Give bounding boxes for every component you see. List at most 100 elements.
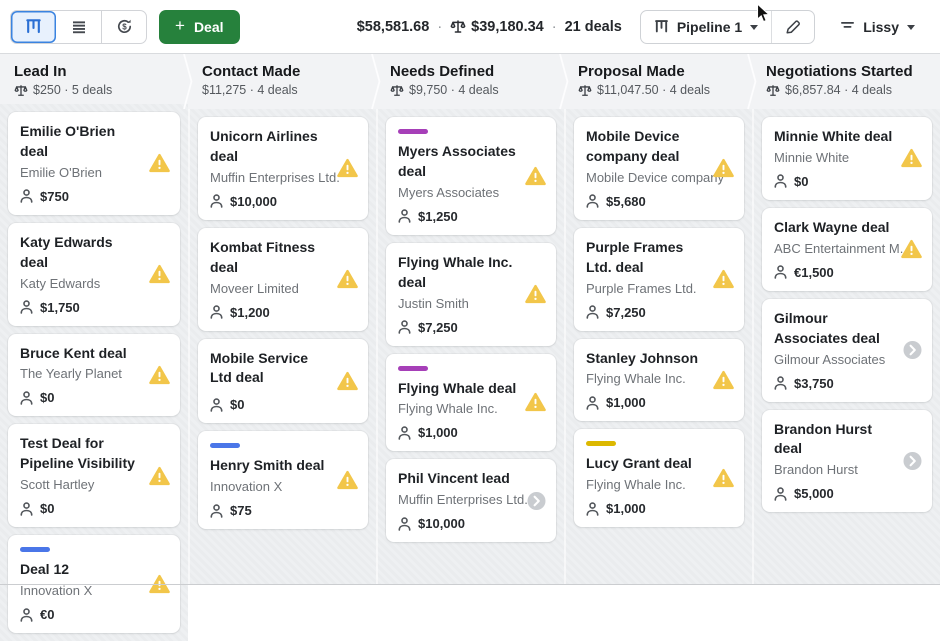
warning-icon[interactable] bbox=[713, 159, 734, 178]
deal-card[interactable]: Flying Whale deal Flying Whale Inc. $1,0… bbox=[386, 354, 556, 452]
deal-value-row: $750 bbox=[20, 189, 168, 204]
chevron-right-icon[interactable] bbox=[903, 341, 922, 360]
svg-text:$: $ bbox=[122, 22, 127, 31]
kanban-view-button[interactable] bbox=[11, 11, 56, 43]
deal-value: $3,750 bbox=[794, 376, 834, 391]
deal-value-row: €0 bbox=[20, 607, 168, 622]
deal-organization: Myers Associates bbox=[398, 185, 544, 200]
deal-card[interactable]: Mobile Device company deal Mobile Device… bbox=[574, 117, 744, 220]
warning-icon[interactable] bbox=[525, 393, 546, 412]
deal-card[interactable]: Gilmour Associates deal Gilmour Associat… bbox=[762, 299, 932, 402]
deal-card[interactable]: Unicorn Airlines deal Muffin Enterprises… bbox=[198, 117, 368, 220]
warning-icon[interactable] bbox=[149, 265, 170, 284]
caret-down-icon bbox=[907, 25, 915, 30]
deal-card[interactable]: Emilie O'Brien deal Emilie O'Brien $750 bbox=[8, 112, 180, 215]
deal-value-row: $10,000 bbox=[210, 194, 356, 209]
deal-card[interactable]: Purple Frames Ltd. deal Purple Frames Lt… bbox=[574, 228, 744, 331]
deal-card[interactable]: Myers Associates deal Myers Associates $… bbox=[386, 117, 556, 235]
warning-icon[interactable] bbox=[337, 270, 358, 289]
column-summary: $250 · 5 deals bbox=[14, 83, 180, 97]
column-header: Lead In $250 · 5 deals bbox=[0, 54, 188, 104]
scale-icon bbox=[390, 84, 404, 97]
deal-card[interactable]: Test Deal for Pipeline Visibility Scott … bbox=[8, 424, 180, 527]
deal-value-row: $1,000 bbox=[586, 501, 732, 516]
column-cards: Unicorn Airlines deal Muffin Enterprises… bbox=[188, 109, 376, 585]
deal-value-row: $0 bbox=[20, 501, 168, 516]
warning-icon[interactable] bbox=[337, 371, 358, 390]
deal-card[interactable]: Katy Edwards deal Katy Edwards $1,750 bbox=[8, 223, 180, 326]
total-value: $39,180.34 bbox=[471, 19, 544, 35]
deal-organization: Justin Smith bbox=[398, 296, 544, 311]
deal-card[interactable]: Bruce Kent deal The Yearly Planet $0 bbox=[8, 334, 180, 417]
person-icon bbox=[20, 189, 33, 203]
column-summary: $6,857.84 · 4 deals bbox=[766, 83, 932, 97]
warning-icon[interactable] bbox=[713, 469, 734, 488]
deal-value: $1,250 bbox=[418, 209, 458, 224]
warning-icon[interactable] bbox=[149, 365, 170, 384]
column-summary-text: $250 · 5 deals bbox=[33, 83, 112, 97]
warning-icon[interactable] bbox=[149, 466, 170, 485]
deal-card[interactable]: Stanley Johnson Flying Whale Inc. $1,000 bbox=[574, 339, 744, 422]
add-deal-button[interactable]: + Deal bbox=[159, 10, 240, 44]
chevron-right-icon[interactable] bbox=[527, 491, 546, 510]
pipeline-column: Negotiations Started $6,857.84 · 4 deals bbox=[752, 54, 940, 585]
person-icon bbox=[210, 398, 223, 412]
pencil-icon bbox=[785, 19, 801, 35]
deal-card[interactable]: Minnie White deal Minnie White $0 bbox=[762, 117, 932, 200]
column-header: Needs Defined $9,750 · 4 deals bbox=[376, 54, 564, 109]
user-filter-button[interactable]: Lissy bbox=[827, 10, 928, 44]
deal-card[interactable]: Flying Whale Inc. deal Justin Smith $7,2… bbox=[386, 243, 556, 346]
person-icon bbox=[774, 174, 787, 188]
deal-value-row: $7,250 bbox=[586, 305, 732, 320]
deal-value: $0 bbox=[230, 397, 244, 412]
deal-title: Minnie White deal bbox=[774, 127, 920, 147]
warning-icon[interactable] bbox=[525, 166, 546, 185]
warning-icon[interactable] bbox=[901, 240, 922, 259]
deal-card[interactable]: Mobile Service Ltd deal $0 bbox=[198, 339, 368, 424]
deal-card[interactable]: Brandon Hurst deal Brandon Hurst $5,000 bbox=[762, 410, 932, 513]
person-icon bbox=[20, 300, 33, 314]
column-title: Negotiations Started bbox=[766, 63, 932, 80]
forecast-view-button[interactable]: $ bbox=[101, 11, 146, 43]
deal-value-row: $5,000 bbox=[774, 486, 920, 501]
deal-card[interactable]: Clark Wayne deal ABC Entertainment M... … bbox=[762, 208, 932, 291]
warning-icon[interactable] bbox=[901, 149, 922, 168]
deal-organization: Muffin Enterprises Ltd. bbox=[210, 170, 356, 185]
user-filter-label: Lissy bbox=[863, 19, 899, 35]
deal-value: $0 bbox=[40, 501, 54, 516]
person-icon bbox=[398, 209, 411, 223]
warning-icon[interactable] bbox=[525, 285, 546, 304]
deal-card[interactable]: Kombat Fitness deal Moveer Limited $1,20… bbox=[198, 228, 368, 331]
kanban-view-icon bbox=[654, 19, 669, 34]
board: Lead In $250 · 5 deals Emilie O'Br bbox=[0, 54, 940, 585]
warning-icon[interactable] bbox=[337, 159, 358, 178]
deal-card[interactable]: Henry Smith deal Innovation X $75 bbox=[198, 431, 368, 529]
deal-value-row: $1,000 bbox=[586, 395, 732, 410]
warning-icon[interactable] bbox=[713, 370, 734, 389]
deal-label-bar bbox=[210, 443, 240, 448]
chevron-right-icon[interactable] bbox=[903, 451, 922, 470]
person-icon bbox=[774, 487, 787, 501]
pipeline-selector[interactable]: Pipeline 1 bbox=[641, 11, 771, 43]
column-header: Contact Made $11,275 · 4 deals bbox=[188, 54, 376, 109]
deal-title: Bruce Kent deal bbox=[20, 344, 168, 364]
warning-icon[interactable] bbox=[149, 154, 170, 173]
deal-title: Flying Whale Inc. deal bbox=[398, 253, 544, 293]
deal-value-row: $5,680 bbox=[586, 194, 732, 209]
person-icon bbox=[586, 396, 599, 410]
person-icon bbox=[20, 608, 33, 622]
deal-value-row: $7,250 bbox=[398, 320, 544, 335]
warning-icon[interactable] bbox=[337, 471, 358, 490]
column-divider-chevron bbox=[559, 54, 569, 114]
deal-label-bar bbox=[20, 547, 50, 552]
deal-card[interactable]: Lucy Grant deal Flying Whale Inc. $1,000 bbox=[574, 429, 744, 527]
deal-value: $1,750 bbox=[40, 300, 80, 315]
deal-organization: Katy Edwards bbox=[20, 276, 168, 291]
warning-icon[interactable] bbox=[713, 270, 734, 289]
edit-pipeline-button[interactable] bbox=[771, 11, 814, 43]
deal-value: $1,200 bbox=[230, 305, 270, 320]
deal-value: $7,250 bbox=[418, 320, 458, 335]
list-view-button[interactable] bbox=[56, 11, 101, 43]
deal-title: Phil Vincent lead bbox=[398, 469, 544, 489]
deal-card[interactable]: Phil Vincent lead Muffin Enterprises Ltd… bbox=[386, 459, 556, 542]
